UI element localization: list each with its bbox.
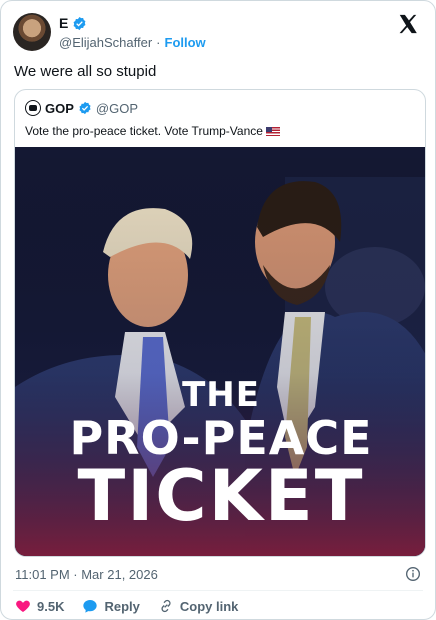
like-count: 9.5K — [37, 598, 65, 614]
tweet-card: E @ElijahSchaffer · Follow We were all s… — [0, 0, 436, 620]
link-icon — [161, 599, 171, 613]
x-logo-icon[interactable] — [397, 13, 419, 35]
author-avatar[interactable] — [13, 13, 51, 51]
copy-link-button[interactable]: Copy link — [158, 598, 239, 614]
us-flag-icon — [265, 127, 280, 136]
quoted-tweet-image[interactable]: THE PRO-PEACE TICKET — [15, 147, 425, 556]
author-handle-row: @ElijahSchaffer · Follow — [59, 35, 206, 50]
reply-label: Reply — [104, 598, 140, 614]
quoted-author-handle[interactable]: @GOP — [96, 101, 138, 116]
image-headline-line3: TICKET — [77, 455, 365, 537]
divider — [13, 590, 423, 591]
author-name[interactable]: E — [59, 15, 68, 31]
action-bar: 9.5K Reply Copy link — [15, 598, 256, 614]
tweet-timestamp[interactable]: 11:01 PM · Mar 21, 2026 — [15, 567, 158, 582]
info-icon[interactable] — [405, 566, 421, 582]
author-name-row: E — [59, 15, 87, 31]
quoted-tweet-body: Vote the pro-peace ticket. Vote Trump-Va… — [25, 124, 263, 138]
follow-button[interactable]: Follow — [165, 35, 206, 50]
verified-badge-icon — [79, 101, 91, 115]
image-headline-line1: THE — [182, 375, 260, 415]
quoted-tweet-text: Vote the pro-peace ticket. Vote Trump-Va… — [25, 124, 280, 138]
verified-badge-icon — [73, 16, 86, 30]
copy-link-label: Copy link — [179, 598, 239, 614]
tweet-text: We were all so stupid — [14, 63, 157, 80]
quoted-tweet[interactable]: GOP @GOP Vote the pro-peace ticket. Vote… — [14, 89, 426, 557]
reply-bubble-icon — [83, 600, 98, 613]
reply-button[interactable]: Reply — [82, 598, 140, 614]
heart-icon — [16, 600, 30, 612]
quoted-tweet-header: GOP @GOP — [25, 100, 138, 116]
author-handle[interactable]: @ElijahSchaffer — [59, 35, 152, 50]
gop-avatar[interactable] — [25, 100, 41, 116]
like-button[interactable]: 9.5K — [15, 598, 64, 614]
quoted-author-name[interactable]: GOP — [45, 101, 74, 116]
separator: · — [156, 35, 161, 50]
